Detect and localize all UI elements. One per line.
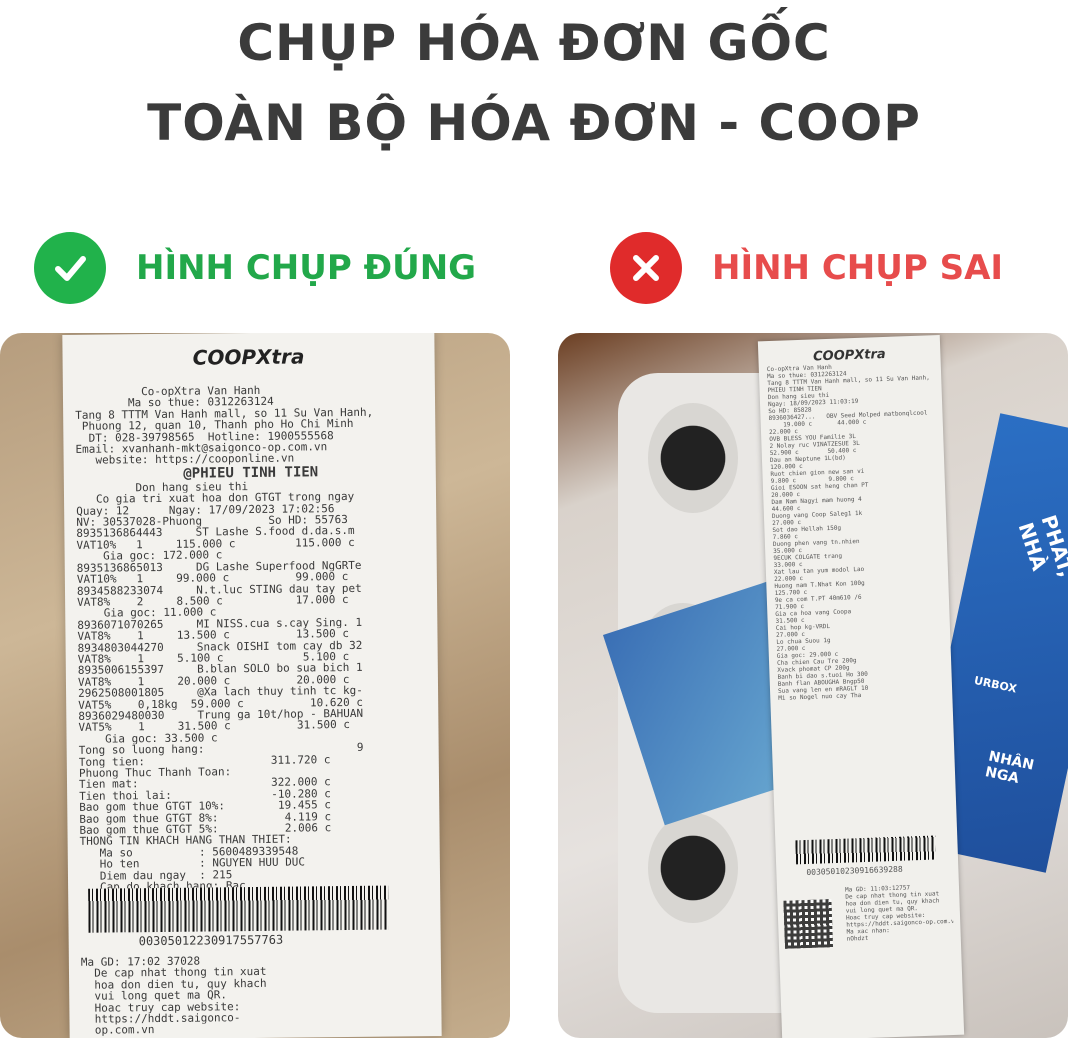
title-line-1: CHỤP HÓA ĐƠN GỐC bbox=[237, 14, 831, 72]
wrong-photo: PHÁT, NHÀ URBOX NHÂN NGA COOPXtra Co-opX… bbox=[558, 333, 1068, 1038]
receipt-line: op.com.vn bbox=[81, 1023, 155, 1037]
wrong-label: HÌNH CHỤP SAI bbox=[610, 232, 1003, 304]
receipt-full: COOPXtra Co-opXtra Van Hanh Ma so thue: … bbox=[62, 333, 442, 1038]
barcode bbox=[88, 885, 389, 933]
flyer-text: PHÁT, NHÀ bbox=[1013, 512, 1068, 581]
correct-label-text: HÌNH CHỤP ĐÚNG bbox=[136, 248, 477, 288]
cup bbox=[648, 813, 738, 923]
barcode-number: 00305012230917557763 bbox=[138, 932, 284, 949]
check-circle-icon bbox=[34, 232, 106, 304]
barcode bbox=[795, 835, 937, 865]
qr-code bbox=[783, 899, 834, 949]
title-line-2: TOÀN BỘ HÓA ĐƠN - COOP bbox=[147, 94, 921, 152]
correct-photo: COOPXtra Co-opXtra Van Hanh Ma so thue: … bbox=[0, 333, 510, 1038]
correct-label: HÌNH CHỤP ĐÚNG bbox=[34, 232, 476, 304]
receipt-partial: COOPXtra Co-opXtra Van Hanh Ma so thue: 0… bbox=[757, 335, 965, 1038]
flyer-text-2: NHÂN NGA bbox=[983, 748, 1036, 787]
cup bbox=[648, 403, 738, 513]
barcode-number: 00305010230916639288 bbox=[806, 864, 903, 878]
receipt-footer: Ma GD: 17:02 37028 De cap nhat thong tin… bbox=[81, 953, 432, 1037]
receipt-lines: Co-opXtra Van Hanh Ma so thue: 031226312… bbox=[75, 383, 430, 905]
receipt-lines: Co-opXtra Van Hanh Ma so thue: 0312263124… bbox=[759, 360, 953, 702]
coopxtra-logo: COOPXtra bbox=[192, 344, 305, 370]
x-circle-icon bbox=[610, 232, 682, 304]
wrong-label-text: HÌNH CHỤP SAI bbox=[712, 248, 1004, 288]
receipt-footer: Ma GD: 11:03:12757 De cap nhat thong tin … bbox=[837, 883, 954, 943]
flyer-brand: URBOX bbox=[972, 673, 1018, 696]
